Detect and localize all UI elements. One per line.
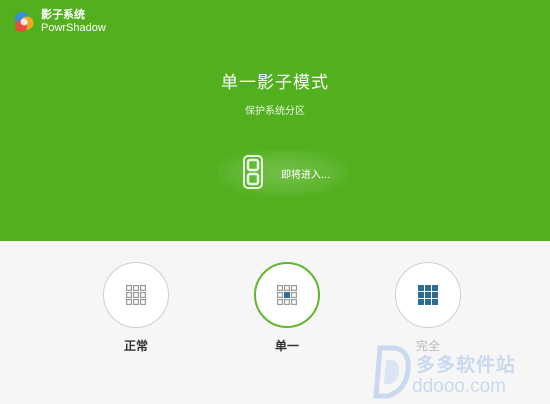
mode-subtitle: 保护系统分区 bbox=[245, 106, 305, 117]
app-logo-icon bbox=[15, 12, 34, 32]
mode-title: 单一影子模式 bbox=[221, 73, 329, 93]
mode-single-button[interactable] bbox=[254, 262, 320, 328]
entering-text: 即将进入... bbox=[281, 170, 331, 181]
countdown-indicator: 8 即将进入... bbox=[218, 150, 348, 196]
svg-text:8: 8 bbox=[253, 178, 254, 180]
watermark-text-en: ddooo.com bbox=[412, 376, 507, 397]
mode-full-button[interactable] bbox=[395, 262, 461, 328]
countdown-digit: 8 bbox=[243, 155, 263, 189]
app-name-en: PowrShadow bbox=[41, 21, 106, 34]
grid-center-icon bbox=[277, 285, 297, 305]
header-panel: 影子系统 PowrShadow 单一影子模式 保护系统分区 8 即将进入... bbox=[0, 0, 550, 241]
watermark: 多多软件站 ddooo.com bbox=[372, 344, 542, 400]
watermark-logo-icon bbox=[373, 345, 411, 399]
mode-single-label: 单一 bbox=[274, 339, 299, 353]
app-logo: 影子系统 PowrShadow bbox=[11, 8, 106, 35]
mode-normal-button[interactable] bbox=[103, 262, 169, 328]
mode-normal-label: 正常 bbox=[123, 339, 148, 353]
app-name-cn: 影子系统 bbox=[41, 8, 85, 21]
grid-full-icon bbox=[418, 285, 438, 305]
grid-empty-icon bbox=[126, 285, 146, 305]
watermark-text-cn: 多多软件站 bbox=[416, 354, 517, 376]
